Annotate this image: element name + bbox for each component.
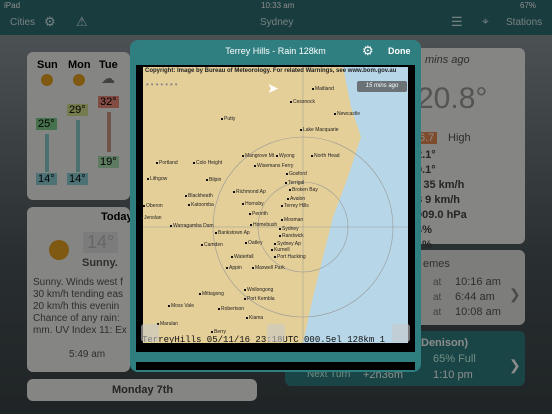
- place-label: Randwick: [279, 233, 304, 239]
- settings-icon[interactable]: ⚙: [362, 43, 374, 59]
- place-label: Kiama: [246, 315, 263, 321]
- radar-timestamp: 15 mins ago: [357, 81, 407, 92]
- radar-overlay: [143, 67, 408, 343]
- place-label: Bankstown Ap: [215, 230, 250, 236]
- place-label: Terrigal: [285, 180, 304, 186]
- place-label: Richmond Ap: [233, 189, 266, 195]
- place-label: Penrith: [249, 211, 268, 217]
- place-label: Bilpin: [206, 177, 221, 183]
- place-label: Lithgow: [147, 176, 167, 182]
- place-label: Sydney: [279, 226, 299, 232]
- place-label: Oatley: [245, 240, 262, 246]
- radar-map[interactable]: [143, 67, 408, 343]
- place-label: Mosman: [281, 217, 303, 223]
- place-label: Mittagong: [199, 291, 224, 297]
- place-label: Moss Vale: [168, 303, 194, 309]
- frame-dots: •••••••: [146, 80, 180, 89]
- place-label: Appin: [226, 265, 242, 271]
- place-label: North Head: [311, 153, 340, 159]
- place-label: Jenolan: [141, 215, 162, 221]
- place-label: Portland: [156, 160, 178, 166]
- previous-frame-icon[interactable]: [141, 324, 159, 342]
- place-label: Kurnell: [271, 247, 290, 253]
- next-frame-icon[interactable]: [392, 324, 410, 342]
- place-label: Oberon: [143, 203, 163, 209]
- modal-title: Terrey Hills - Rain 128km: [225, 46, 326, 56]
- place-label: Wollongong: [244, 287, 273, 293]
- place-label: Gosford: [286, 171, 307, 177]
- place-label: Newcastle: [334, 111, 360, 117]
- place-label: Putty: [221, 116, 235, 122]
- map-copyright: Copyright: Image by Bureau of Meteorolog…: [145, 68, 397, 74]
- place-label: Mangrove Mt: [242, 153, 274, 159]
- modal-footer: [136, 352, 416, 362]
- place-label: Wisemans Ferry: [254, 163, 293, 169]
- pause-icon[interactable]: [267, 324, 285, 342]
- place-label: Hornsby: [242, 201, 264, 207]
- place-label: Robertson: [218, 306, 244, 312]
- place-label: Colo Height: [193, 160, 222, 166]
- place-label: Port Hacking: [274, 254, 306, 260]
- done-button[interactable]: Done: [388, 46, 411, 56]
- place-label: Terrey Hills: [281, 203, 309, 209]
- place-label: Katoomba: [188, 202, 214, 208]
- place-label: Maitland: [312, 86, 334, 92]
- place-label: Wyong: [276, 153, 295, 159]
- ocean: [303, 67, 408, 343]
- location-arrow-icon[interactable]: ➤: [267, 80, 279, 97]
- place-label: Waterfall: [231, 254, 254, 260]
- place-label: Marulan: [157, 321, 178, 327]
- place-label: Lake Macquarie: [300, 127, 339, 133]
- place-label: Blackheath: [185, 193, 213, 199]
- place-label: Warragamba Dam: [170, 223, 214, 229]
- place-label: Port Kembla: [244, 296, 275, 302]
- place-label: Homebush: [250, 222, 277, 228]
- place-label: Broken Bay: [289, 187, 318, 193]
- place-label: Avalon: [287, 196, 305, 202]
- place-label: Cessnock: [290, 99, 315, 105]
- place-label: Maxwell Park: [252, 265, 285, 271]
- place-label: Camden: [201, 242, 223, 248]
